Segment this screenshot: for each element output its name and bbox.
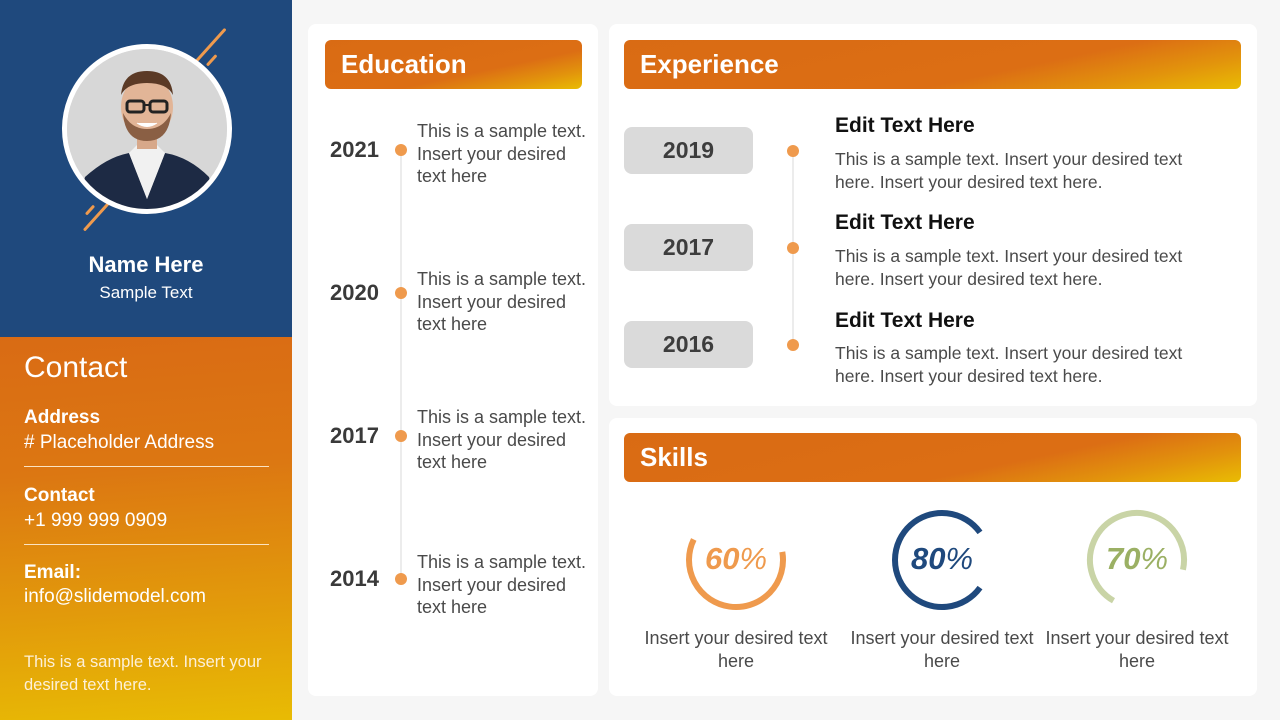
experience-heading: Edit Text Here	[835, 309, 975, 332]
education-header: Education	[325, 40, 582, 89]
education-year: 2017	[330, 423, 379, 448]
skill-description: Insert your desired text here	[1045, 628, 1229, 671]
education-text: This is a sample text. Insert your desir…	[417, 407, 587, 472]
skill-percentage: 70%	[1082, 541, 1192, 577]
skill-unit: %	[1140, 541, 1169, 576]
skill-unit: %	[739, 541, 768, 576]
profile-photo	[67, 49, 227, 209]
skill-description: Insert your desired text here	[850, 628, 1034, 671]
skill-item: 80% Insert your desired text here	[837, 505, 1037, 685]
experience-year-chip: 2016	[624, 321, 753, 368]
education-text: This is a sample text. Insert your desir…	[417, 269, 587, 334]
avatar	[62, 44, 232, 214]
contact-title: Contact	[24, 351, 128, 384]
education-year: 2020	[330, 280, 379, 305]
skill-number: 60	[704, 541, 740, 576]
skill-percentage: 60%	[681, 541, 791, 577]
timeline-dot-icon	[395, 144, 407, 156]
education-text: This is a sample text. Insert your desir…	[417, 552, 587, 617]
experience-year-chip: 2017	[624, 224, 753, 271]
timeline-dot-icon	[395, 287, 407, 299]
divider	[24, 544, 269, 545]
contact-note: This is a sample text. Insert your desir…	[24, 653, 262, 694]
experience-year-chip: 2019	[624, 127, 753, 174]
profile-name: Name Here	[88, 252, 204, 277]
experience-text: This is a sample text. Insert your desir…	[835, 149, 1183, 192]
phone-label: Contact	[24, 485, 95, 506]
divider	[24, 466, 269, 467]
profile-panel: Name Here Sample Text	[0, 0, 292, 337]
skill-unit: %	[945, 541, 974, 576]
education-text: This is a sample text. Insert your desir…	[417, 121, 587, 186]
timeline-dot-icon	[787, 242, 799, 254]
skill-percentage: 80%	[887, 541, 997, 577]
education-timeline-line	[400, 150, 402, 580]
experience-text: This is a sample text. Insert your desir…	[835, 246, 1183, 289]
contact-panel: Contact Address # Placeholder Address Co…	[0, 337, 292, 720]
skill-description: Insert your desired text here	[644, 628, 828, 671]
skill-number: 70	[1105, 541, 1141, 576]
education-year: 2021	[330, 137, 379, 162]
decorative-stripe	[205, 54, 218, 67]
phone-value: +1 999 999 0909	[24, 510, 168, 531]
decorative-stripe	[84, 204, 96, 216]
skills-header: Skills	[624, 433, 1241, 482]
timeline-dot-icon	[787, 339, 799, 351]
experience-text: This is a sample text. Insert your desir…	[835, 343, 1183, 386]
education-year: 2014	[330, 566, 379, 591]
experience-heading: Edit Text Here	[835, 211, 975, 234]
address-label: Address	[24, 407, 101, 428]
experience-header: Experience	[624, 40, 1241, 89]
timeline-dot-icon	[395, 573, 407, 585]
skill-item: 70% Insert your desired text here	[1032, 505, 1232, 685]
address-value: # Placeholder Address	[24, 432, 215, 453]
timeline-dot-icon	[395, 430, 407, 442]
timeline-dot-icon	[787, 145, 799, 157]
skill-number: 80	[910, 541, 946, 576]
experience-heading: Edit Text Here	[835, 114, 975, 137]
skill-item: 60% Insert your desired text here	[631, 505, 831, 685]
email-value[interactable]: info@slidemodel.com	[24, 586, 206, 608]
profile-subtitle: Sample Text	[99, 283, 193, 302]
email-label: Email:	[24, 562, 82, 583]
